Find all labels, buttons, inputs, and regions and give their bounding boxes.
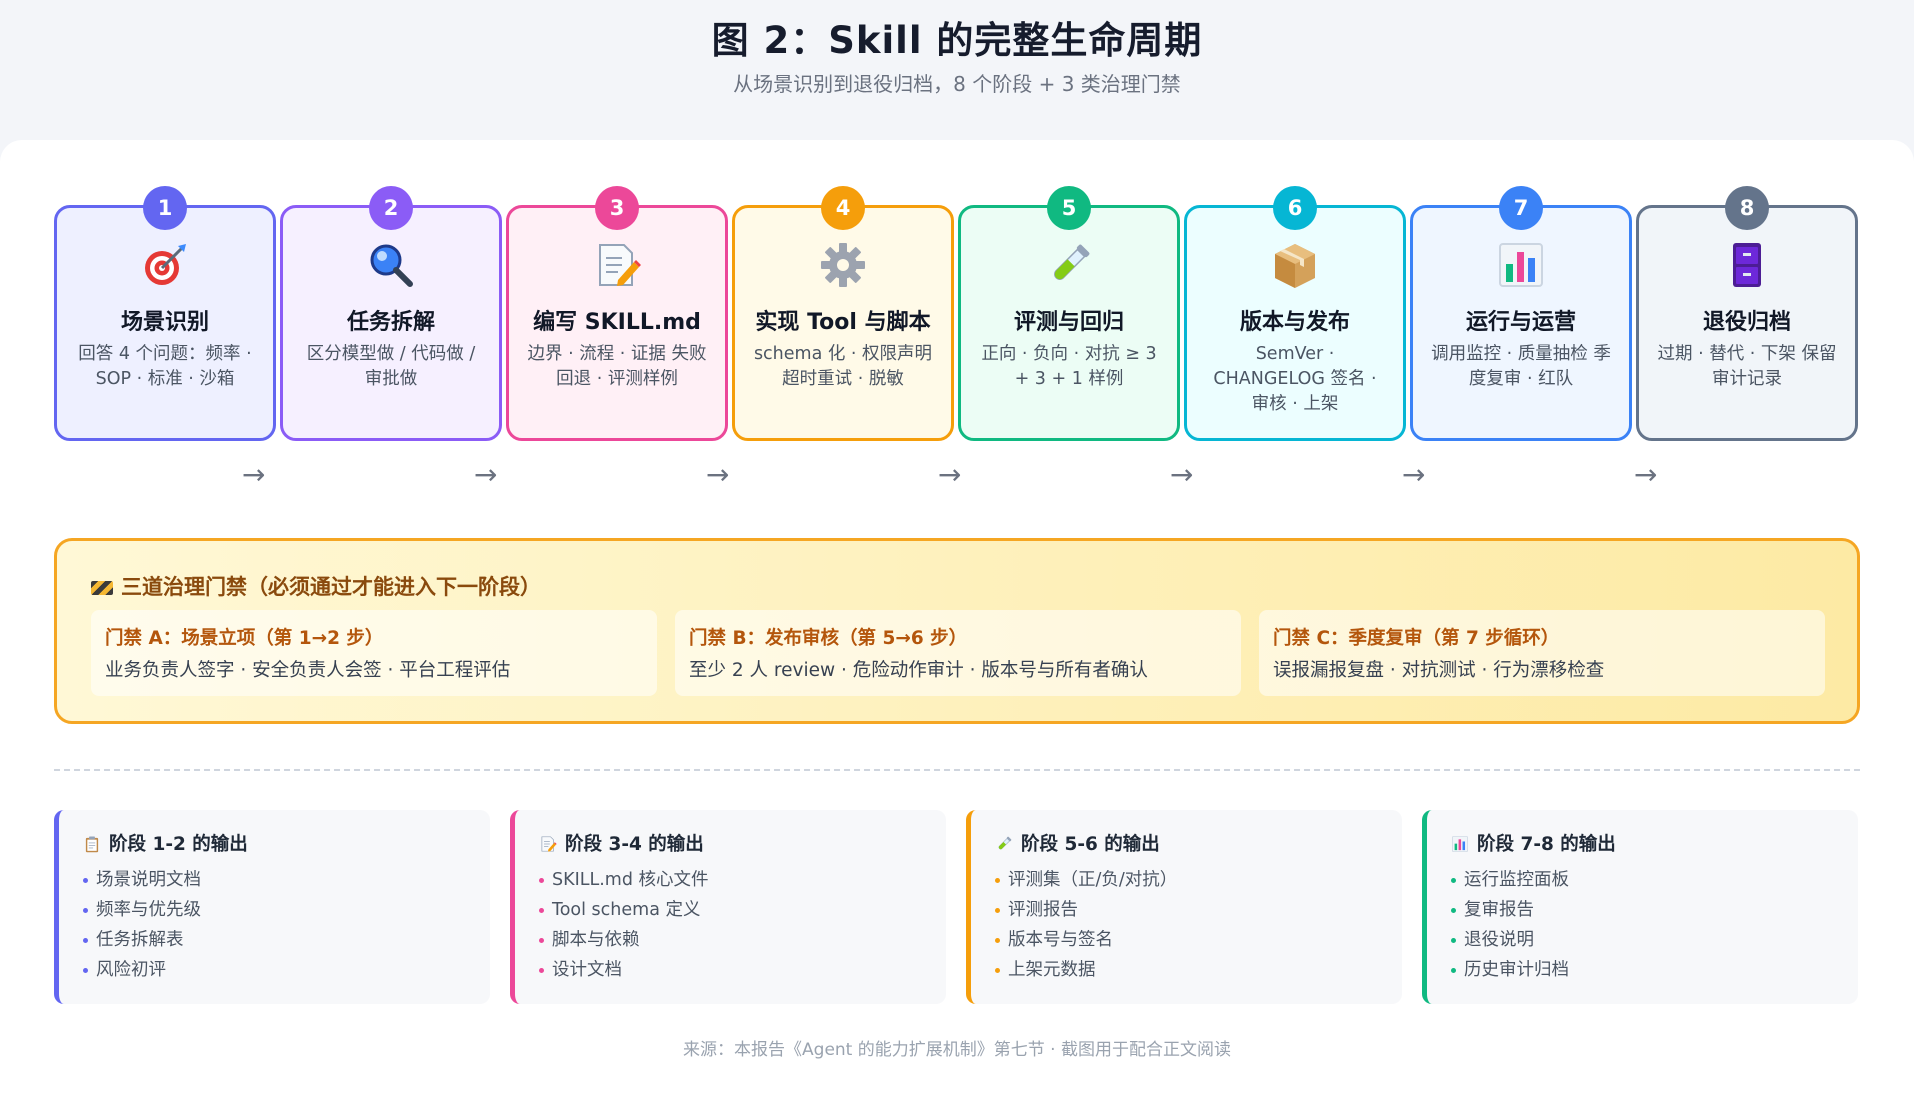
list-item: 设计文档 [539, 955, 709, 985]
list-item: 脚本与依赖 [539, 925, 709, 955]
stage-title: 退役归档 [1702, 310, 1791, 335]
list-item: 场景说明文档 [83, 865, 201, 895]
list-item: 任务拆解表 [83, 925, 201, 955]
gate-c: 门禁 C：季度复审（第 7 步循环） 误报漏报复盘 · 对抗测试 · 行为漂移检… [1259, 610, 1825, 696]
output-list: 评测集（正/负/对抗） 评测报告 版本号与签名 上架元数据 [995, 865, 1177, 985]
stage-title: 场景识别 [120, 310, 209, 335]
file-cabinet-icon [1639, 240, 1855, 294]
flow-arrow: → [1402, 458, 1426, 491]
stage-title: 编写 SKILL.md [533, 310, 701, 335]
gate-desc: 业务负责人签字 · 安全负责人会签 · 平台工程评估 [105, 660, 511, 681]
list-item: 上架元数据 [995, 955, 1177, 985]
output-title: 阶段 5-6 的输出 [995, 830, 1160, 856]
stage-title: 任务拆解 [346, 310, 435, 335]
list-item: 版本号与签名 [995, 925, 1177, 955]
stage-card-3: 3 编写 SKILL.md 边界 · 流程 · 证据 失败回退 · 评测样例 [506, 186, 728, 441]
stage-description: 调用监控 · 质量抽检 季度复审 · 红队 [1431, 344, 1611, 389]
stage-card-2: 2 任务拆解区分模型做 / 代码做 / 审批做 [280, 186, 502, 441]
clipboard-icon [83, 835, 101, 853]
stage-card-6: 6 版本与发布 SemVer · CHANGELOG 签名 · 审核 · 上架 [1184, 186, 1406, 441]
stage-card-7: 7 运行与运营调用监控 · 质量抽检 季度复审 · 红队 [1410, 186, 1632, 441]
governance-gates: 三道治理门禁（必须通过才能进入下一阶段） 门禁 A：场景立项（第 1→2 步） … [54, 538, 1860, 724]
stage-description: 回答 4 个问题：频率 · SOP · 标准 · 沙箱 [78, 344, 252, 389]
output-card-1: 阶段 1-2 的输出场景说明文档 频率与优先级 任务拆解表 风险初评 [54, 810, 490, 1004]
output-title: 阶段 1-2 的输出 [83, 830, 248, 856]
stage-row: 1 场景识别回答 4 个问题：频率 · SOP · 标准 · 沙箱 2 任务拆解区分模… [54, 186, 1860, 445]
stage-title: 评测与回归 [1013, 310, 1124, 335]
list-item: SKILL.md 核心文件 [539, 865, 709, 895]
barrier-icon [91, 581, 113, 595]
list-item: 评测报告 [995, 895, 1177, 925]
list-item: Tool schema 定义 [539, 895, 709, 925]
stage-description: 过期 · 替代 · 下架 保留审计记录 [1657, 344, 1837, 389]
target-icon [57, 240, 273, 294]
flow-arrow: → [1634, 458, 1658, 491]
test-tube-icon [961, 240, 1177, 294]
output-title: 阶段 7-8 的输出 [1451, 830, 1616, 856]
list-item: 风险初评 [83, 955, 201, 985]
page-subtitle: 从场景识别到退役归档，8 个阶段 + 3 类治理门禁 [733, 72, 1181, 96]
stage-title: 版本与发布 [1239, 310, 1350, 335]
page-title: 图 2：Skill 的完整生命周期 [711, 19, 1203, 62]
source-note: 来源：本报告《Agent 的能力扩展机制》第七节 · 截图用于配合正文阅读 [683, 1040, 1231, 1060]
list-item: 评测集（正/负/对抗） [995, 865, 1177, 895]
list-item: 频率与优先级 [83, 895, 201, 925]
gate-desc: 至少 2 人 review · 危险动作审计 · 版本号与所有者确认 [689, 660, 1148, 681]
bar-chart-icon [1413, 240, 1629, 294]
gate-a: 门禁 A：场景立项（第 1→2 步） 业务负责人签字 · 安全负责人会签 · 平… [91, 610, 657, 696]
section-divider [54, 769, 1860, 771]
stage-number-badge: 8 [1725, 186, 1769, 230]
gate-desc: 误报漏报复盘 · 对抗测试 · 行为漂移检查 [1273, 660, 1605, 681]
stage-description: 边界 · 流程 · 证据 失败回退 · 评测样例 [527, 344, 707, 389]
stage-description: SemVer · CHANGELOG 签名 · 审核 · 上架 [1213, 344, 1377, 414]
list-item: 历史审计归档 [1451, 955, 1569, 985]
stage-description: 正向 · 负向 · 对抗 ≥ 3 + 3 + 1 样例 [981, 344, 1157, 389]
stage-number-badge: 1 [143, 186, 187, 230]
gate-title: 门禁 B：发布审核（第 5→6 步） [689, 628, 968, 649]
memo-icon [509, 240, 725, 294]
flow-arrow: → [706, 458, 730, 491]
stage-description: 区分模型做 / 代码做 / 审批做 [306, 344, 476, 389]
gate-title: 门禁 C：季度复审（第 7 步循环） [1273, 628, 1560, 649]
output-card-3: 阶段 5-6 的输出评测集（正/负/对抗） 评测报告 版本号与签名 上架元数据 [966, 810, 1402, 1004]
bar-chart-icon [1451, 835, 1469, 853]
stage-description: schema 化 · 权限声明 超时重试 · 脱敏 [753, 344, 933, 389]
output-list: 运行监控面板 复审报告 退役说明 历史审计归档 [1451, 865, 1569, 985]
memo-icon [539, 835, 557, 853]
stage-number-badge: 5 [1047, 186, 1091, 230]
gate-b: 门禁 B：发布审核（第 5→6 步） 至少 2 人 review · 危险动作审… [675, 610, 1241, 696]
magnifier-icon [283, 240, 499, 294]
stage-title: 实现 Tool 与脚本 [755, 310, 931, 335]
gates-title: 三道治理门禁（必须通过才能进入下一阶段） [91, 571, 541, 601]
list-item: 运行监控面板 [1451, 865, 1569, 895]
stage-card-4: 4 实现 Tool 与脚本 schema 化 · 权限声明 超时重试 · 脱敏 [732, 186, 954, 441]
output-title: 阶段 3-4 的输出 [539, 830, 704, 856]
header: 图 2：Skill 的完整生命周期 从场景识别到退役归档，8 个阶段 + 3 类… [0, 0, 1914, 140]
stage-number-badge: 2 [369, 186, 413, 230]
stage-card-8: 8 退役归档过期 · 替代 · 下架 保留审计记录 [1636, 186, 1858, 441]
list-item: 退役说明 [1451, 925, 1569, 955]
package-icon [1187, 240, 1403, 294]
flow-arrow: → [242, 458, 266, 491]
stage-number-badge: 6 [1273, 186, 1317, 230]
gate-title: 门禁 A：场景立项（第 1→2 步） [105, 628, 384, 649]
flow-arrow: → [474, 458, 498, 491]
stage-number-badge: 3 [595, 186, 639, 230]
flow-arrow: → [938, 458, 962, 491]
gear-icon [735, 240, 951, 294]
stage-number-badge: 4 [821, 186, 865, 230]
stage-number-badge: 7 [1499, 186, 1543, 230]
output-card-4: 阶段 7-8 的输出运行监控面板 复审报告 退役说明 历史审计归档 [1422, 810, 1858, 1004]
test-tube-icon [995, 835, 1013, 853]
list-item: 复审报告 [1451, 895, 1569, 925]
stage-title: 运行与运营 [1465, 310, 1576, 335]
stage-card-5: 5 评测与回归正向 · 负向 · 对抗 ≥ 3 + 3 + 1 样例 [958, 186, 1180, 441]
flow-arrow: → [1170, 458, 1194, 491]
stage-card-1: 1 场景识别回答 4 个问题：频率 · SOP · 标准 · 沙箱 [54, 186, 276, 441]
output-card-2: 阶段 3-4 的输出 SKILL.md 核心文件 Tool schema 定义 脚本与… [510, 810, 946, 1004]
output-list: 场景说明文档 频率与优先级 任务拆解表 风险初评 [83, 865, 201, 985]
output-list: SKILL.md 核心文件 Tool schema 定义 脚本与依赖 设计文档 [539, 865, 709, 985]
diagram-panel: 1 场景识别回答 4 个问题：频率 · SOP · 标准 · 沙箱 2 任务拆解区分模… [0, 140, 1914, 1100]
